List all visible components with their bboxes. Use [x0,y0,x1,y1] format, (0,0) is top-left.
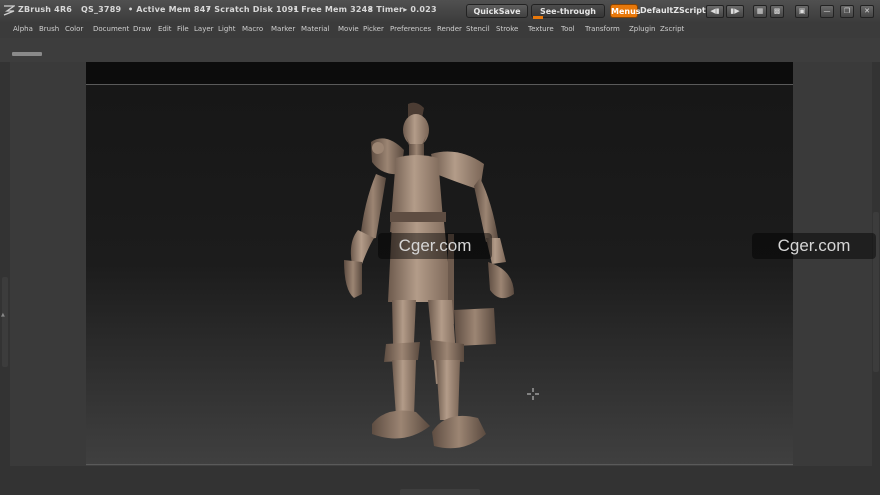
menu-item-render[interactable]: Render [437,25,462,33]
save-ui-icon[interactable]: ▣ [795,5,809,18]
menu-item-draw[interactable]: Draw [133,25,151,33]
title-bar: ZBrush 4R6 QS_3789 • Active Mem 847 • Sc… [0,0,880,30]
top-shelf [0,38,880,62]
left-tray: ▲ [0,62,10,495]
left-tray-arrow-icon: ▲ [1,312,5,318]
menu-item-picker[interactable]: Picker [363,25,384,33]
menu-item-color[interactable]: Color [65,25,83,33]
menu-item-brush[interactable]: Brush [39,25,59,33]
menu-item-document[interactable]: Document [93,25,129,33]
left-tray-tab[interactable] [2,277,8,367]
menu-item-edit[interactable]: Edit [158,25,172,33]
menu-item-alpha[interactable]: Alpha [13,25,33,33]
interface-layout-icon[interactable]: ▦ [753,5,767,18]
menu-item-zplugin[interactable]: Zplugin [629,25,655,33]
default-zscript-button[interactable]: DefaultZScript [640,4,706,18]
menu-item-preferences[interactable]: Preferences [390,25,431,33]
shelf-grip-handle[interactable] [12,52,42,56]
timer-stat: • Timer▸ 0.023 [368,5,437,14]
app-name: ZBrush 4R6 [18,5,73,14]
menu-item-movie[interactable]: Movie [338,25,359,33]
layout-prev-icon[interactable]: ◀▮ [706,5,724,18]
color-scheme-icon[interactable]: ▩ [770,5,784,18]
zbrush-logo-icon [3,5,15,16]
see-through-slider-fill [533,16,543,19]
menu-item-stroke[interactable]: Stroke [496,25,518,33]
minimize-icon[interactable]: — [820,5,834,18]
right-tray [872,62,880,495]
menu-item-layer[interactable]: Layer [194,25,214,33]
canvas-bottom-border [86,464,793,465]
crosshair-cursor-icon [527,388,539,400]
menu-item-zscript[interactable]: Zscript [660,25,684,33]
restore-icon[interactable]: ❐ [840,5,854,18]
menu-item-tool[interactable]: Tool [561,25,575,33]
document-name: QS_3789 [81,5,122,14]
watermark-center: Cger.com [378,233,492,259]
see-through-label: See-through [539,7,596,16]
menu-item-transform[interactable]: Transform [585,25,620,33]
bottom-shelf-tab[interactable] [400,489,480,495]
menu-item-light[interactable]: Light [218,25,235,33]
menu-item-file[interactable]: File [177,25,189,33]
menu-bar: Alpha Brush Color Document Draw Edit Fil… [0,22,880,38]
menu-item-marker[interactable]: Marker [271,25,295,33]
menus-button[interactable]: Menus [610,4,641,18]
free-mem-stat: • Free Mem 3248 [293,5,374,14]
layout-next-icon[interactable]: ▮▶ [726,5,744,18]
scratch-disk-stat: • Scratch Disk 1091 [206,5,300,14]
active-mem-stat: • Active Mem 847 [128,5,212,14]
menu-item-macro[interactable]: Macro [242,25,263,33]
document-canvas[interactable]: Cger.com [86,62,793,466]
close-icon[interactable]: ✕ [860,5,874,18]
quicksave-button[interactable]: QuickSave [466,4,528,18]
watermark-right: Cger.com [752,233,876,259]
menu-item-stencil[interactable]: Stencil [466,25,490,33]
character-sculpt-model[interactable] [86,62,793,466]
menu-item-texture[interactable]: Texture [528,25,554,33]
menu-item-material[interactable]: Material [301,25,329,33]
